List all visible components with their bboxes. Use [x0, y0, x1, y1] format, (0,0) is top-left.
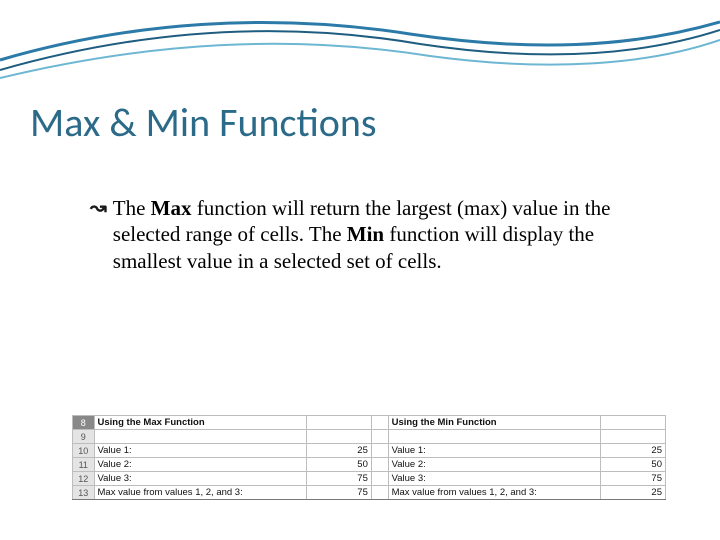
- bold-max: Max: [151, 196, 192, 220]
- empty-cell: [371, 416, 388, 430]
- spreadsheet-snippet: 8 Using the Max Function Using the Min F…: [72, 415, 666, 500]
- cell-value: 25: [307, 444, 372, 458]
- row-header: 9: [73, 430, 95, 444]
- empty-cell: [601, 416, 666, 430]
- slide-title: Max & Min Functions: [30, 98, 376, 147]
- cell-value: 75: [601, 472, 666, 486]
- cell-label: Value 1:: [388, 444, 601, 458]
- wave-decoration: [0, 0, 720, 90]
- row-header: 11: [73, 458, 95, 472]
- bullet-text: The Max function will return the largest…: [113, 195, 630, 274]
- empty-cell: [307, 430, 372, 444]
- cell-label: Max value from values 1, 2, and 3:: [388, 486, 601, 500]
- cell-value: 25: [601, 444, 666, 458]
- cell-value: 50: [307, 458, 372, 472]
- empty-cell: [307, 416, 372, 430]
- empty-cell: [371, 458, 388, 472]
- row-header: 10: [73, 444, 95, 458]
- cell-label: Value 2:: [388, 458, 601, 472]
- empty-cell: [371, 472, 388, 486]
- max-section-title: Using the Max Function: [94, 416, 307, 430]
- bold-min: Min: [347, 222, 384, 246]
- cell-label: Value 3:: [94, 472, 307, 486]
- body-text-block: ↝ The Max function will return the large…: [90, 195, 630, 274]
- min-section-title: Using the Min Function: [388, 416, 601, 430]
- cell-label: Value 3:: [388, 472, 601, 486]
- text-fragment: The: [113, 196, 151, 220]
- empty-cell: [601, 430, 666, 444]
- cell-label: Max value from values 1, 2, and 3:: [94, 486, 307, 500]
- cell-value: 75: [307, 472, 372, 486]
- empty-cell: [371, 430, 388, 444]
- empty-cell: [94, 430, 307, 444]
- empty-cell: [371, 486, 388, 500]
- bullet-icon: ↝: [90, 195, 107, 221]
- row-header: 13: [73, 486, 95, 500]
- cell-label: Value 1:: [94, 444, 307, 458]
- row-header: 8: [73, 416, 95, 430]
- cell-value: 50: [601, 458, 666, 472]
- cell-label: Value 2:: [94, 458, 307, 472]
- row-header: 12: [73, 472, 95, 486]
- empty-cell: [388, 430, 601, 444]
- empty-cell: [371, 444, 388, 458]
- cell-value: 25: [601, 486, 666, 500]
- cell-value: 75: [307, 486, 372, 500]
